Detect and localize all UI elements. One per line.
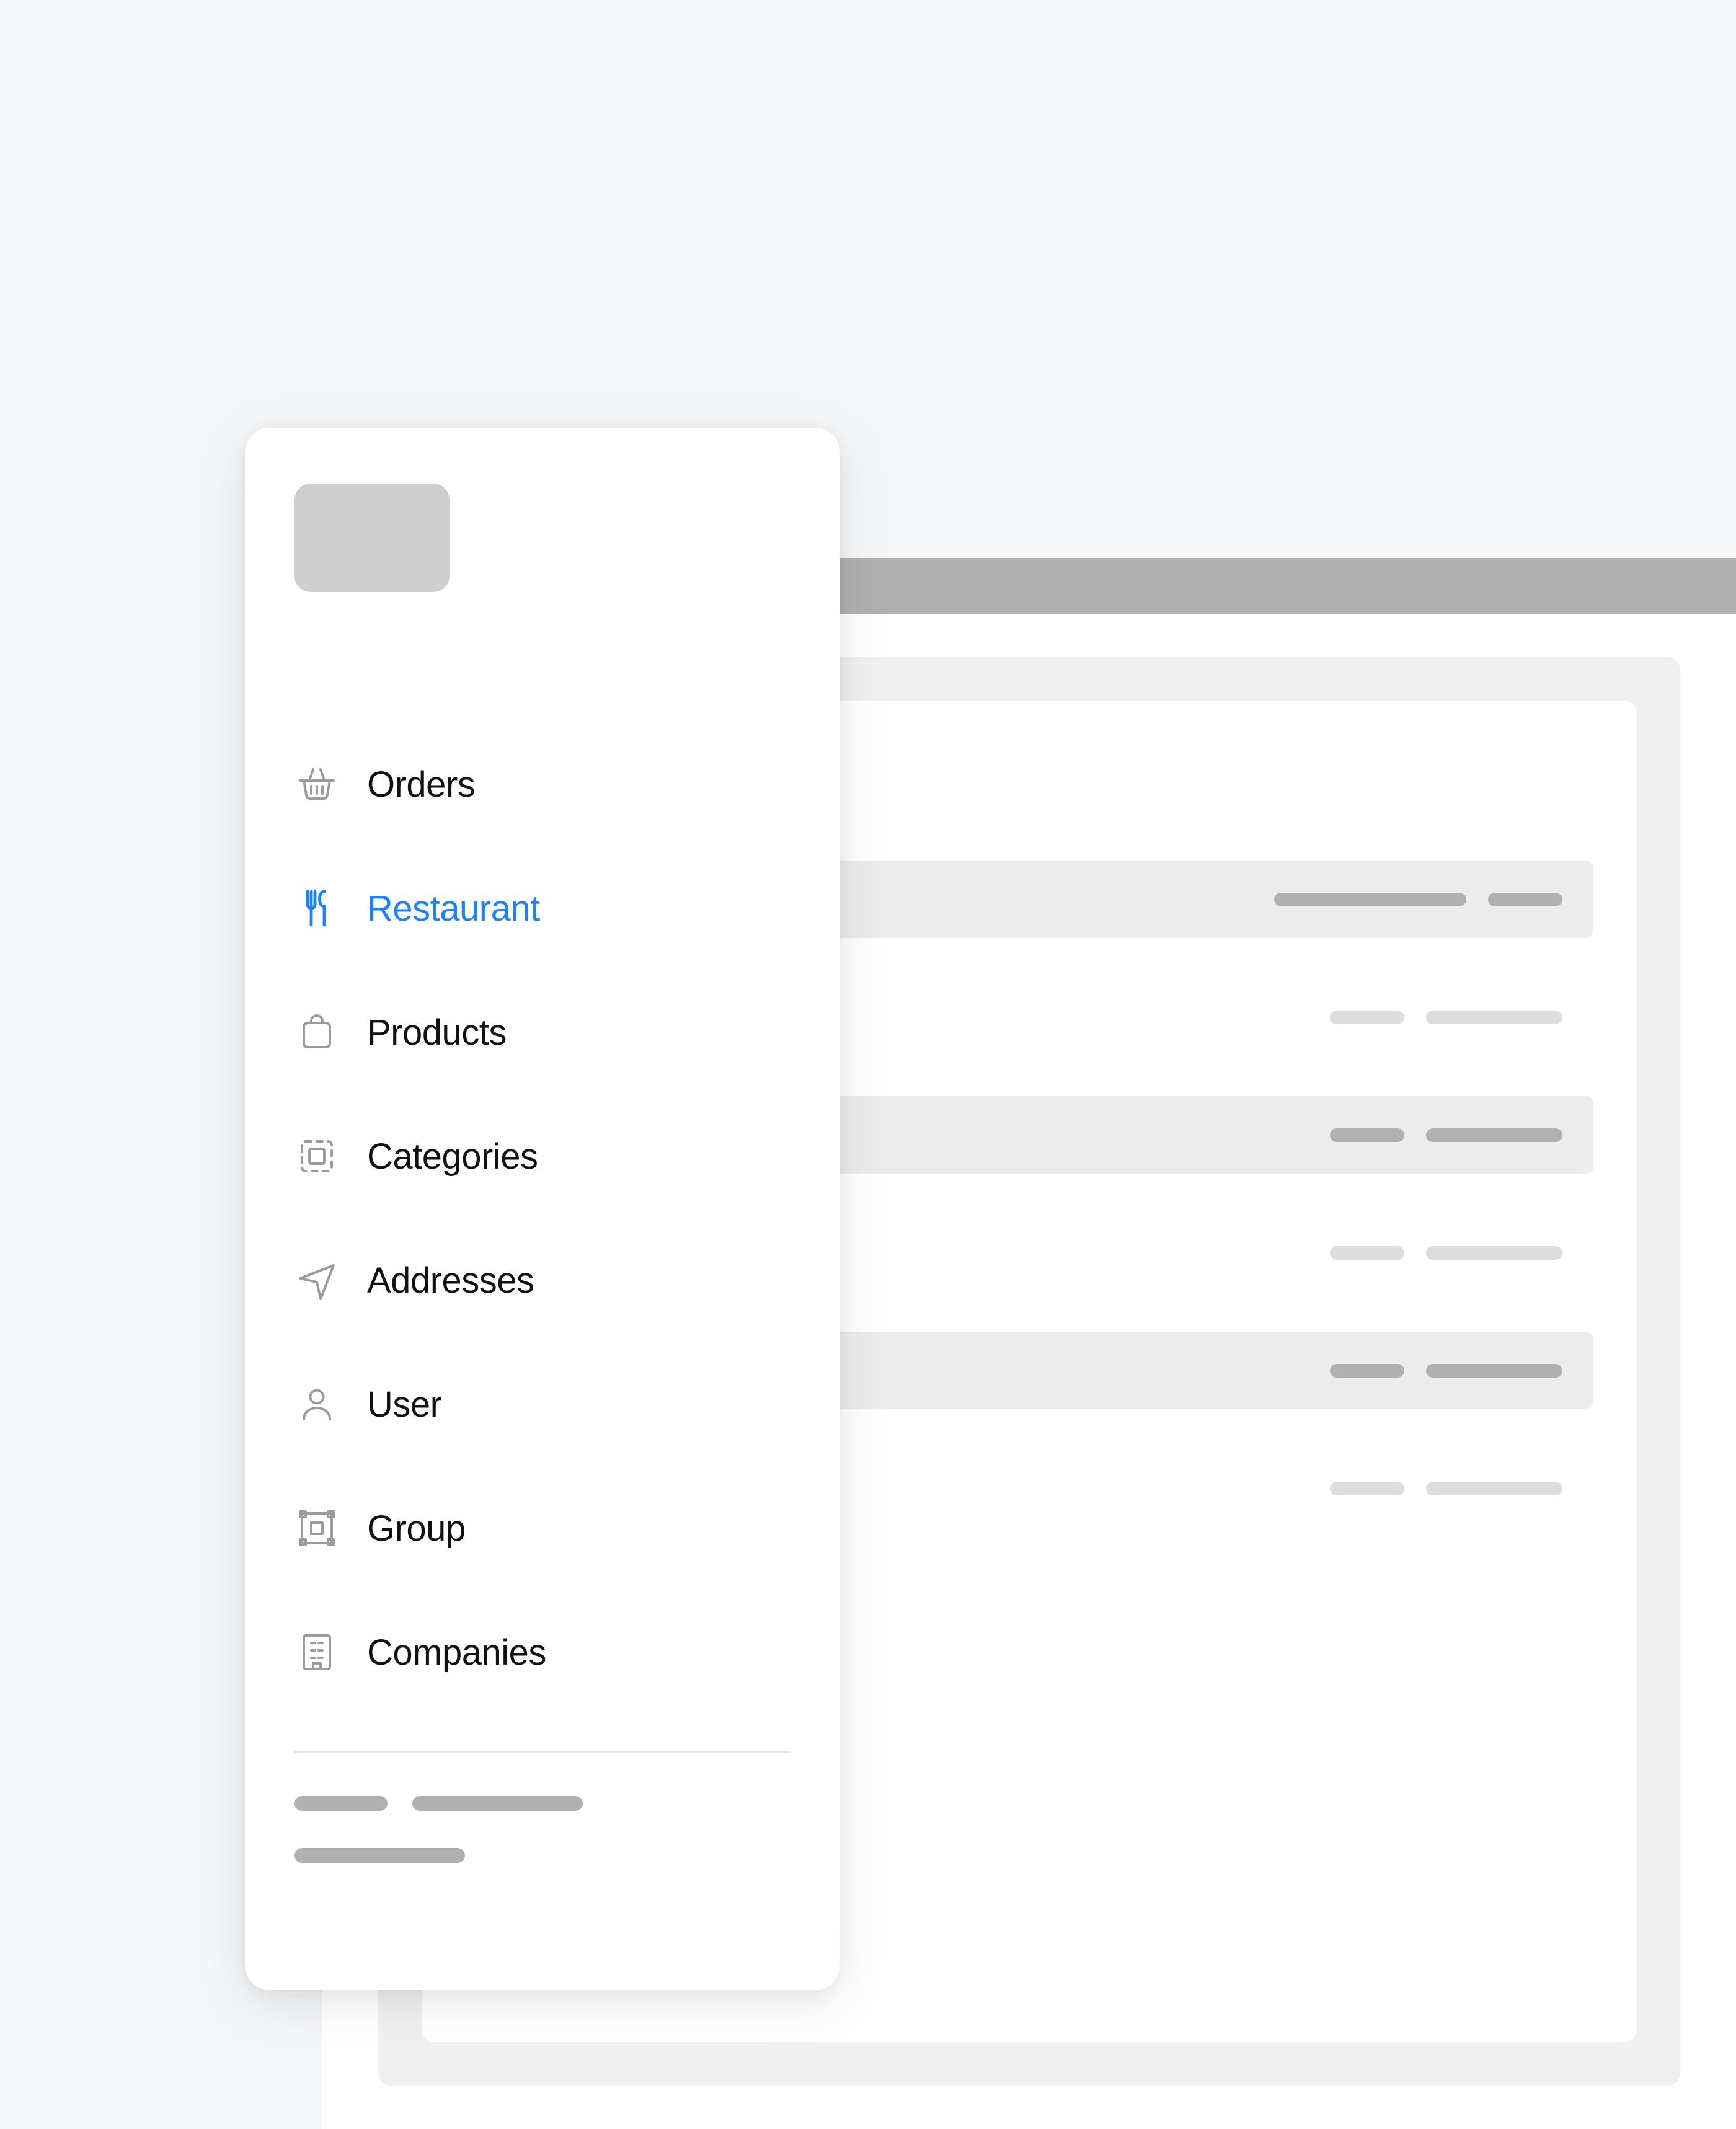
placeholder xyxy=(1274,893,1466,906)
placeholder xyxy=(1330,1011,1404,1024)
placeholder xyxy=(1488,893,1562,906)
sidebar-item-products[interactable]: Products xyxy=(294,970,790,1094)
placeholder xyxy=(1426,1482,1562,1495)
placeholder xyxy=(1426,1246,1562,1260)
placeholder xyxy=(294,1796,388,1811)
sidebar: Orders Restaurant Products xyxy=(245,428,840,1990)
logo-placeholder xyxy=(294,484,450,592)
sidebar-item-label: Companies xyxy=(367,1632,546,1673)
sidebar-item-companies[interactable]: Companies xyxy=(294,1590,790,1714)
placeholder xyxy=(1330,1364,1404,1378)
placeholder xyxy=(412,1796,583,1811)
sidebar-nav: Orders Restaurant Products xyxy=(294,722,790,1714)
sidebar-item-label: Group xyxy=(367,1508,466,1549)
sidebar-item-label: Categories xyxy=(367,1136,538,1177)
group-frame-icon xyxy=(294,1506,339,1551)
sidebar-item-group[interactable]: Group xyxy=(294,1466,790,1590)
sidebar-item-label: Orders xyxy=(367,764,475,805)
placeholder xyxy=(1426,1011,1562,1024)
placeholder xyxy=(1426,1364,1562,1378)
bag-icon xyxy=(294,1010,339,1055)
sidebar-item-label: Restaurant xyxy=(367,888,540,929)
placeholder xyxy=(1330,1482,1404,1495)
user-icon xyxy=(294,1382,339,1427)
sidebar-item-orders[interactable]: Orders xyxy=(294,722,790,846)
building-icon xyxy=(294,1630,339,1675)
sidebar-footer-row xyxy=(294,1796,790,1811)
sidebar-item-user[interactable]: User xyxy=(294,1342,790,1466)
utensils-icon xyxy=(294,886,339,931)
placeholder xyxy=(1330,1128,1404,1142)
sidebar-divider xyxy=(294,1751,790,1753)
sidebar-item-addresses[interactable]: Addresses xyxy=(294,1218,790,1342)
placeholder xyxy=(1426,1128,1562,1142)
placeholder xyxy=(1330,1246,1404,1260)
compass-icon xyxy=(294,1258,339,1303)
sidebar-item-categories[interactable]: Categories xyxy=(294,1094,790,1218)
sidebar-footer-row xyxy=(294,1848,790,1863)
sidebar-item-label: User xyxy=(367,1384,441,1425)
sidebar-item-restaurant[interactable]: Restaurant xyxy=(294,846,790,970)
placeholder xyxy=(294,1848,465,1863)
sidebar-item-label: Addresses xyxy=(367,1260,534,1301)
basket-icon xyxy=(294,762,339,807)
dashed-box-icon xyxy=(294,1134,339,1179)
sidebar-item-label: Products xyxy=(367,1012,507,1053)
